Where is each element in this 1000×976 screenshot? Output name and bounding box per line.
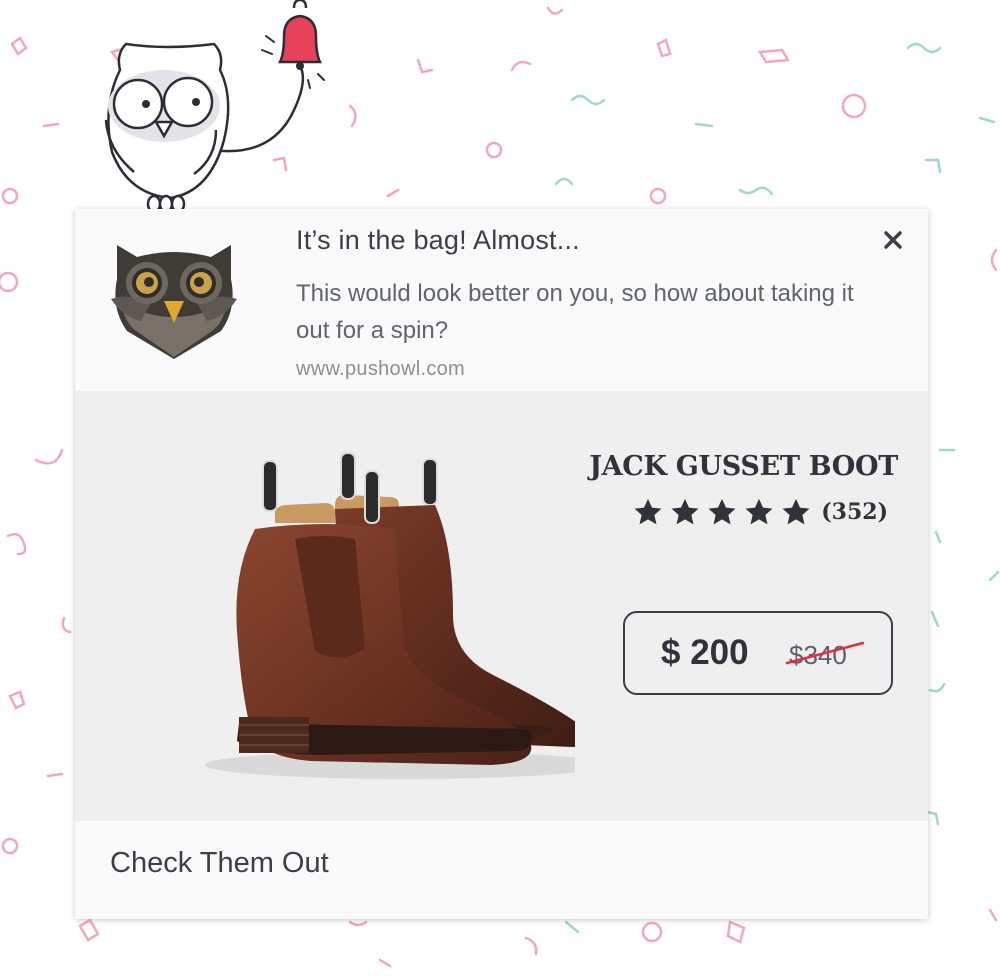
product-image-panel[interactable]: JACK GUSSET BOOT (352) $ 200 $340 [75, 391, 928, 821]
notification-url: www.pushowl.com [296, 358, 466, 380]
star-icon [745, 498, 773, 525]
bell-icon [261, 0, 325, 89]
push-notification-card[interactable]: It’s in the bag! Almost... This would lo… [75, 209, 928, 919]
strikethrough-line [785, 641, 865, 665]
close-icon[interactable] [881, 228, 905, 252]
notification-header: It’s in the bag! Almost... This would lo… [75, 209, 928, 391]
check-them-out-button[interactable]: Check Them Out [110, 847, 329, 880]
star-icon [782, 498, 810, 525]
review-count: (352) [821, 499, 888, 525]
star-icon [708, 498, 736, 525]
product-name: JACK GUSSET BOOT [589, 451, 898, 482]
notification-body: This would look better on you, so how ab… [296, 280, 854, 344]
owl-icon [111, 245, 237, 359]
star-icon [671, 498, 699, 525]
price-box: $ 200 $340 [623, 611, 893, 695]
current-price: $ 200 [661, 633, 749, 672]
boots-image [205, 452, 575, 779]
owl-mascot-illustration [104, 0, 325, 214]
notification-action-row: Check Them Out [75, 821, 928, 919]
notification-title: It’s in the bag! Almost... [296, 225, 580, 255]
star-rating: (352) [633, 497, 888, 527]
star-icon [634, 498, 662, 525]
